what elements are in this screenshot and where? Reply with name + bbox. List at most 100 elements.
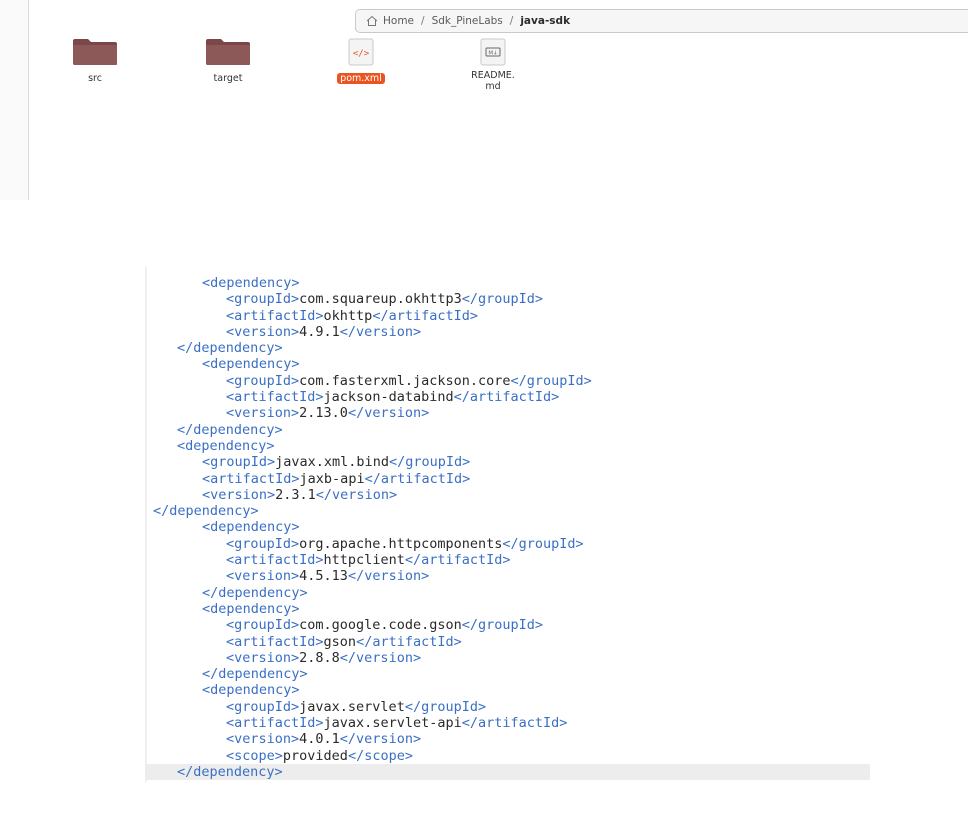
code-line-content: <artifactId>jackson-databind</artifactId…: [145, 389, 559, 405]
xml-close-tag: </version>: [339, 731, 422, 748]
code-line[interactable]: <artifactId>httpclient</artifactId>: [145, 552, 870, 568]
code-line[interactable]: <version>4.0.1</version>: [145, 731, 870, 747]
xml-close-tag: </dependency>: [177, 340, 283, 357]
xml-open-tag: <groupId>: [226, 535, 300, 552]
xml-open-tag: <artifactId>: [226, 389, 324, 406]
xml-close-tag: </groupId>: [388, 454, 471, 471]
xml-open-tag: <artifactId>: [226, 633, 324, 650]
code-line[interactable]: <artifactId>javax.servlet-api</artifactI…: [145, 715, 870, 731]
folder-icon: [73, 39, 117, 65]
code-line[interactable]: <artifactId>okhttp</artifactId>: [145, 308, 870, 324]
file-item-target[interactable]: target: [193, 38, 263, 85]
code-line[interactable]: <version>4.9.1</version>: [145, 324, 870, 340]
code-line[interactable]: <version>2.3.1</version>: [145, 487, 870, 503]
breadcrumb-sdk-pinelabs[interactable]: Sdk_PineLabs: [432, 15, 503, 27]
xml-open-tag: <dependency>: [202, 275, 300, 291]
code-line-content: <artifactId>javax.servlet-api</artifactI…: [145, 715, 567, 731]
home-icon[interactable]: [366, 15, 378, 27]
code-line[interactable]: <groupId>javax.servlet</groupId>: [145, 699, 870, 715]
file-name: pom.xml: [337, 73, 385, 84]
file-manager-window: Home / Sdk_PineLabs / java-sdk src targe…: [0, 0, 968, 200]
code-line[interactable]: <dependency>: [145, 519, 870, 535]
code-line-content: <artifactId>httpclient</artifactId>: [145, 552, 511, 568]
code-line[interactable]: <version>4.5.13</version>: [145, 568, 870, 584]
code-line[interactable]: <artifactId>jackson-databind</artifactId…: [145, 389, 870, 405]
xml-open-tag: <version>: [202, 486, 276, 503]
code-line-content: <version>4.9.1</version>: [145, 324, 421, 340]
code-line[interactable]: <dependency>: [145, 601, 870, 617]
code-line[interactable]: <groupId>com.fasterxml.jackson.core</gro…: [145, 373, 870, 389]
file-item-src[interactable]: src: [60, 38, 130, 85]
xml-open-tag: <version>: [226, 731, 300, 748]
code-line-content: </dependency>: [145, 422, 283, 438]
xml-open-tag: <dependency>: [202, 519, 300, 536]
xml-close-tag: </scope>: [347, 747, 413, 764]
code-line[interactable]: </dependency>: [145, 422, 870, 438]
xml-file-icon: </>: [348, 38, 374, 66]
xml-close-tag: </dependency>: [153, 503, 259, 520]
code-line[interactable]: <dependency>: [145, 356, 870, 372]
code-line[interactable]: <dependency>: [145, 275, 870, 291]
code-line[interactable]: <artifactId>gson</artifactId>: [145, 634, 870, 650]
xml-value: httpclient: [323, 552, 405, 569]
file-name: target: [213, 73, 243, 84]
code-line-content: </dependency>: [145, 503, 259, 519]
code-line-content: <groupId>com.squareup.okhttp3</groupId>: [145, 291, 543, 307]
file-item-pom-xml[interactable]: </> pom.xml: [326, 38, 396, 85]
xml-value: com.google.code.gson: [299, 617, 462, 634]
code-line[interactable]: <version>2.13.0</version>: [145, 405, 870, 421]
xml-value: okhttp: [323, 307, 373, 324]
xml-value: 4.5.13: [299, 568, 348, 585]
code-line[interactable]: <groupId>com.google.code.gson</groupId>: [145, 617, 870, 633]
breadcrumb-separator: /: [421, 15, 425, 27]
code-line-content: <dependency>: [145, 438, 275, 454]
xml-close-tag: </version>: [339, 323, 422, 340]
code-line-content: <dependency>: [145, 356, 300, 372]
code-line-content: <groupId>org.apache.httpcomponents</grou…: [145, 536, 584, 552]
file-name: README. md: [471, 70, 515, 92]
code-editor[interactable]: <dependency> <groupId>com.squareup.okhttp…: [145, 267, 870, 782]
code-line[interactable]: <groupId>com.squareup.okhttp3</groupId>: [145, 291, 870, 307]
code-line[interactable]: </dependency>: [145, 503, 870, 519]
markdown-file-icon: M↓: [480, 38, 506, 66]
xml-open-tag: <version>: [226, 649, 300, 666]
file-item-readme-md[interactable]: M↓ README. md: [458, 38, 528, 93]
code-line[interactable]: </dependency>: [145, 666, 870, 682]
code-line-content: <version>2.8.8</version>: [145, 650, 421, 666]
xml-value: 4.0.1: [299, 731, 340, 748]
xml-open-tag: <artifactId>: [226, 552, 324, 569]
xml-close-tag: </dependency>: [202, 666, 308, 683]
xml-value: jaxb-api: [299, 470, 365, 487]
xml-open-tag: <dependency>: [202, 600, 300, 617]
code-line[interactable]: <version>2.8.8</version>: [145, 650, 870, 666]
code-line[interactable]: <dependency>: [145, 438, 870, 454]
xml-close-tag: </version>: [339, 649, 422, 666]
file-name: src: [88, 73, 102, 84]
xml-close-tag: </groupId>: [461, 617, 543, 634]
breadcrumb-java-sdk[interactable]: java-sdk: [520, 15, 570, 27]
xml-close-tag: </groupId>: [404, 698, 487, 715]
xml-close-tag: </artifactId>: [404, 552, 511, 569]
code-line-content: <groupId>javax.xml.bind</groupId>: [145, 454, 470, 470]
xml-close-tag: </artifactId>: [453, 389, 560, 406]
code-line-content: <version>4.0.1</version>: [145, 731, 421, 747]
xml-close-tag: </artifactId>: [372, 307, 478, 324]
xml-open-tag: <artifactId>: [226, 307, 324, 324]
code-line[interactable]: </dependency>: [145, 763, 870, 781]
code-line[interactable]: <groupId>javax.xml.bind</groupId>: [145, 454, 870, 470]
code-line[interactable]: <groupId>org.apache.httpcomponents</grou…: [145, 536, 870, 552]
code-content[interactable]: <dependency> <groupId>com.squareup.okhttp…: [145, 275, 870, 781]
code-line-content: <artifactId>jaxb-api</artifactId>: [145, 471, 470, 487]
code-line[interactable]: <scope>provided</scope>: [145, 748, 870, 764]
breadcrumb-home[interactable]: Home: [383, 15, 414, 27]
xml-open-tag: <groupId>: [226, 372, 300, 389]
xml-open-tag: <version>: [226, 405, 300, 422]
code-line-content: <dependency>: [145, 601, 300, 617]
code-line[interactable]: <dependency>: [145, 682, 870, 698]
xml-open-tag: <artifactId>: [226, 715, 324, 732]
xml-close-tag: </dependency>: [202, 584, 308, 601]
code-line[interactable]: </dependency>: [145, 585, 870, 601]
xml-close-tag: </artifactId>: [356, 633, 462, 650]
code-line[interactable]: </dependency>: [145, 340, 870, 356]
code-line[interactable]: <artifactId>jaxb-api</artifactId>: [145, 471, 870, 487]
